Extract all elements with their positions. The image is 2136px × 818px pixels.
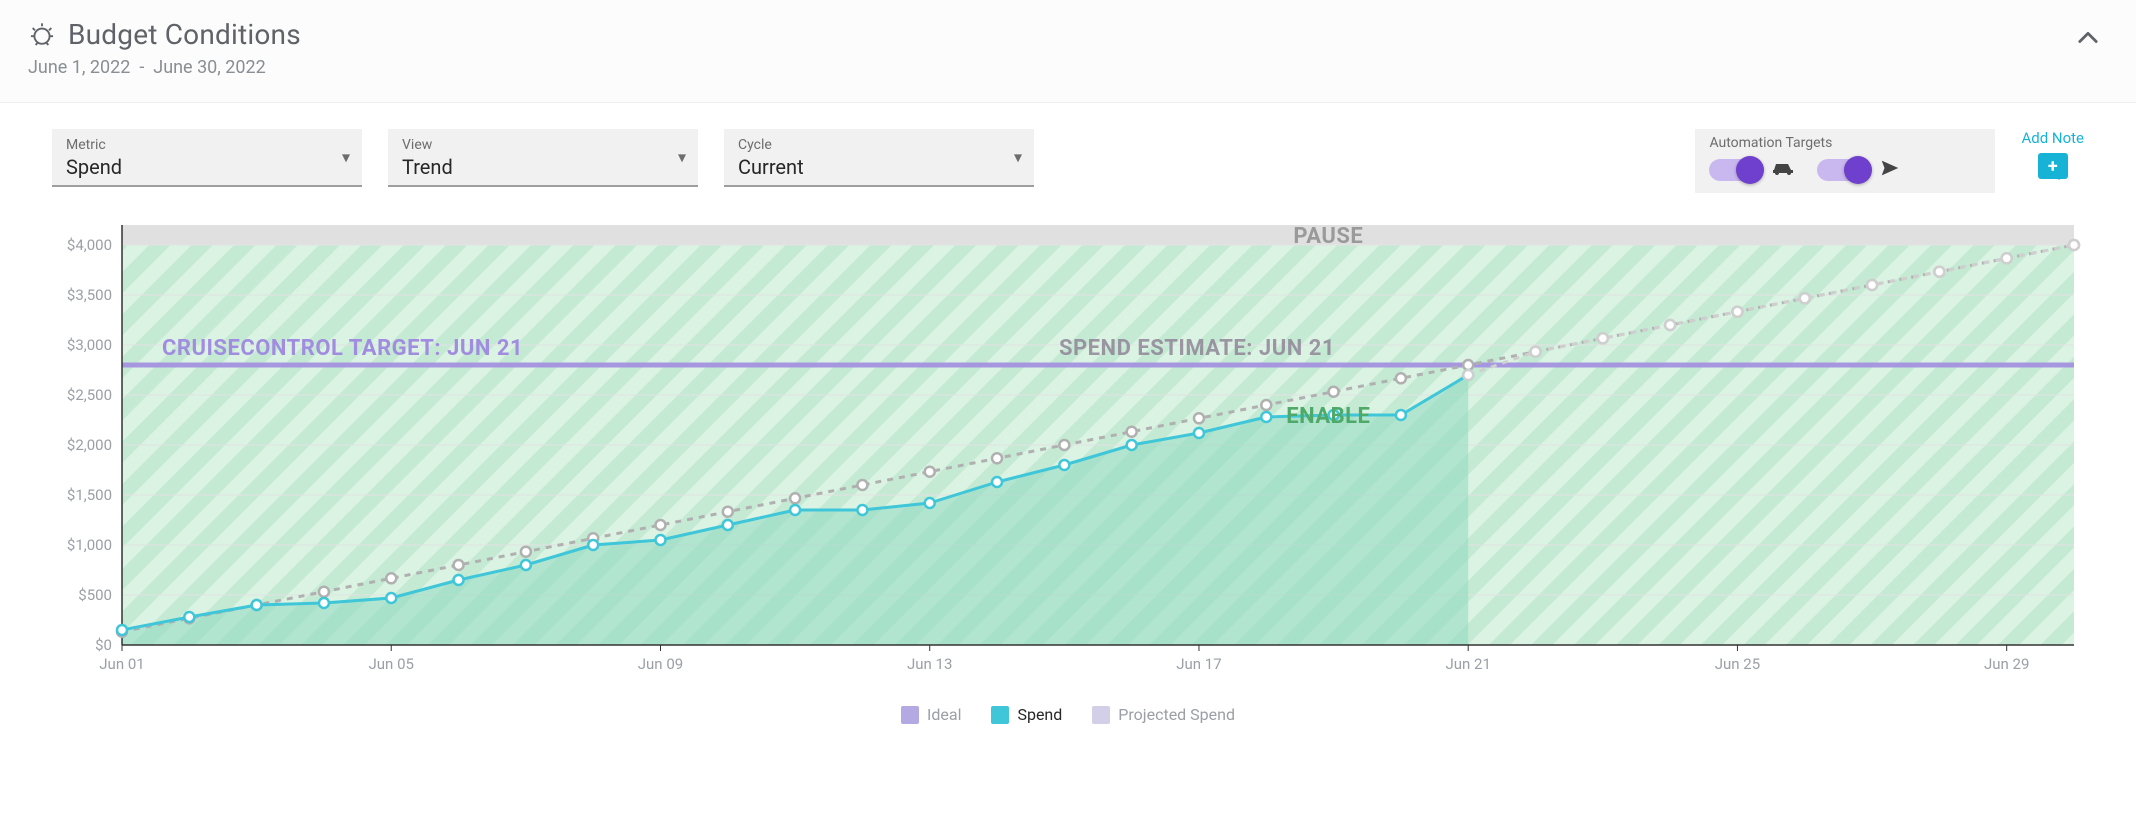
add-note-link[interactable]: Add Note (2021, 129, 2084, 147)
svg-text:Jun 25: Jun 25 (1715, 655, 1760, 673)
metric-select[interactable]: Metric Spend ▾ (52, 129, 362, 187)
cycle-select[interactable]: Cycle Current ▾ (724, 129, 1034, 187)
add-note-button[interactable]: + (2038, 153, 2068, 179)
svg-text:$3,500: $3,500 (67, 286, 112, 304)
automation-targets-label: Automation Targets (1709, 135, 1981, 151)
svg-text:$500: $500 (78, 586, 112, 604)
svg-text:Jun 21: Jun 21 (1445, 655, 1490, 673)
legend-spend[interactable]: Spend (991, 705, 1062, 724)
svg-text:Jun 29: Jun 29 (1984, 655, 2029, 673)
spend-trend-chart: $0 $500 $1,000 $1,500 $2,000 $2,500 $3,000 $3,5… (52, 215, 2084, 695)
svg-text:$4,000: $4,000 (67, 236, 112, 254)
plane-icon (1879, 157, 1901, 183)
plane-toggle[interactable] (1817, 159, 1869, 181)
svg-text:PAUSE: PAUSE (1293, 224, 1363, 249)
legend-ideal[interactable]: Ideal (901, 705, 961, 724)
view-select[interactable]: View Trend ▾ (388, 129, 698, 187)
chevron-down-icon: ▾ (342, 148, 350, 167)
car-toggle[interactable] (1709, 159, 1761, 181)
select-group: Metric Spend ▾ View Trend ▾ Cycle Curren… (52, 129, 1034, 187)
svg-text:SPEND ESTIMATE: JUN 21: SPEND ESTIMATE: JUN 21 (1059, 336, 1335, 361)
date-range: June 1, 2022 - June 30, 2022 (28, 57, 301, 78)
controls-bar: Metric Spend ▾ View Trend ▾ Cycle Curren… (0, 103, 2136, 205)
svg-text:$3,000: $3,000 (67, 336, 112, 354)
svg-text:CRUISECONTROL TARGET: JUN 21: CRUISECONTROL TARGET: JUN 21 (162, 336, 523, 361)
svg-text:ENABLE: ENABLE (1286, 404, 1370, 429)
car-icon (1771, 159, 1795, 181)
svg-text:$0: $0 (95, 636, 112, 654)
svg-text:Jun 09: Jun 09 (638, 655, 683, 673)
automation-targets-panel: Automation Targets (1695, 129, 1995, 193)
svg-text:Jun 17: Jun 17 (1176, 655, 1221, 673)
svg-text:$1,000: $1,000 (67, 536, 112, 554)
chevron-down-icon: ▾ (678, 148, 686, 167)
svg-text:Jun 05: Jun 05 (369, 655, 414, 673)
add-note: Add Note + (2021, 129, 2084, 179)
page-title: Budget Conditions (68, 18, 301, 51)
legend-projected[interactable]: Projected Spend (1092, 705, 1235, 724)
header-titles: Budget Conditions June 1, 2022 - June 30… (28, 18, 301, 78)
collapse-panel-button[interactable] (2068, 18, 2108, 62)
chart-container: $0 $500 $1,000 $1,500 $2,000 $2,500 $3,000 $3,5… (0, 205, 2136, 744)
svg-text:$2,500: $2,500 (67, 386, 112, 404)
svg-text:$2,000: $2,000 (67, 436, 112, 454)
svg-text:Jun 13: Jun 13 (907, 655, 952, 673)
panel-header: Budget Conditions June 1, 2022 - June 30… (0, 0, 2136, 103)
chevron-down-icon: ▾ (1014, 148, 1022, 167)
svg-text:$1,500: $1,500 (67, 486, 112, 504)
alarm-icon (28, 21, 56, 49)
svg-text:Jun 01: Jun 01 (99, 655, 144, 673)
chart-legend: Ideal Spend Projected Spend (52, 695, 2084, 724)
